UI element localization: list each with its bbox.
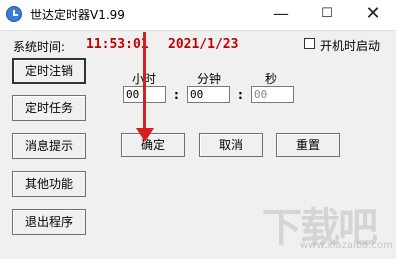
maximize-button[interactable]: ☐: [304, 0, 350, 30]
sidebar-item-timed-task[interactable]: 定时任务: [12, 95, 86, 121]
minute-input[interactable]: 00: [187, 86, 230, 103]
hour-minute-colon: :: [174, 88, 179, 102]
sidebar-item-other-functions[interactable]: 其他功能: [12, 171, 86, 197]
current-time: 11:53:01: [86, 37, 149, 52]
title-bar: 世达定时器V1.99 — ☐ ✕: [0, 0, 396, 30]
reset-button[interactable]: 重置: [276, 133, 340, 157]
minute-label: 分钟: [197, 72, 222, 86]
red-arrow-head: [136, 128, 154, 142]
red-arrow-shaft: [143, 32, 146, 132]
autostart-label[interactable]: 开机时启动: [320, 37, 380, 54]
system-time-label: 系统时间:: [13, 40, 66, 54]
second-label: 秒: [265, 72, 278, 86]
watermark-url: www.xiazaiba.com: [300, 240, 393, 251]
second-input[interactable]: 00: [251, 86, 294, 103]
current-date: 2021/1/23: [168, 37, 239, 52]
close-button[interactable]: ✕: [350, 0, 396, 30]
clock-app-icon: [6, 6, 22, 22]
minimize-button[interactable]: —: [258, 0, 304, 30]
title-divider: [0, 30, 396, 31]
minute-second-colon: :: [238, 88, 243, 102]
sidebar-item-exit[interactable]: 退出程序: [12, 209, 86, 235]
sidebar-item-message-tip[interactable]: 消息提示: [12, 133, 86, 159]
sidebar-item-timed-logoff[interactable]: 定时注销: [12, 58, 86, 84]
autostart-checkbox[interactable]: [304, 38, 315, 49]
cancel-button[interactable]: 取消: [199, 133, 263, 157]
window-title: 世达定时器V1.99: [30, 8, 125, 22]
